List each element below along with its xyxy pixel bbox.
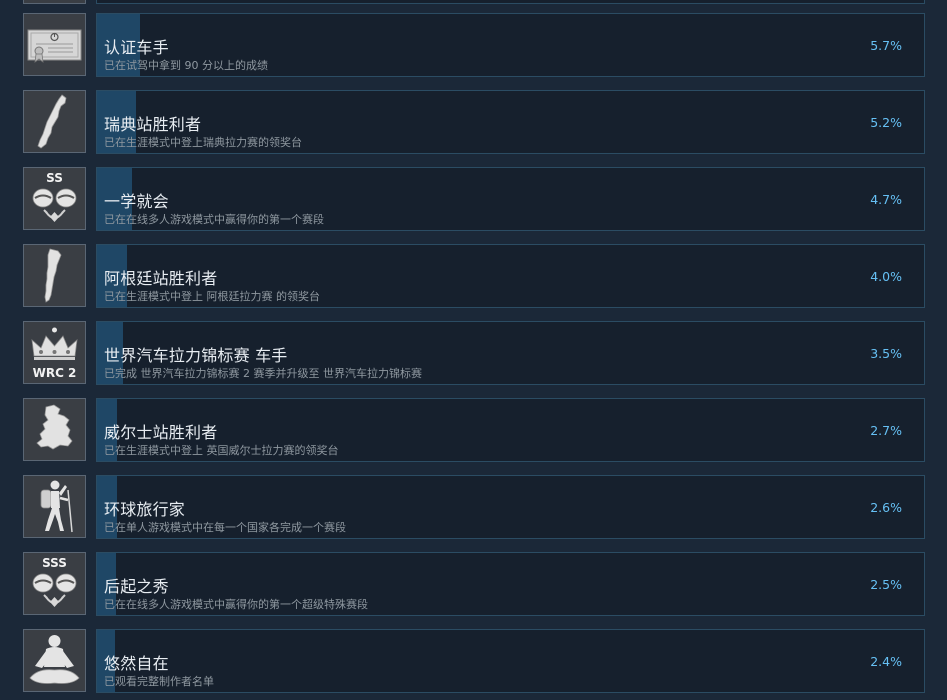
achievement-percent: 4.0% <box>870 269 902 284</box>
badge-text: SS <box>46 171 63 185</box>
achievement-panel: 阿根廷站胜利者 已在生涯模式中登上 阿根廷拉力赛 的领奖台 4.0% <box>96 244 925 308</box>
sss-helmets-icon: SSS <box>23 552 86 615</box>
ss-helmets-icon: SS <box>23 167 86 230</box>
achievement-description: 已在生涯模式中登上瑞典拉力赛的领奖台 <box>104 136 302 149</box>
achievement-description: 已观看完整制作者名单 <box>104 675 214 688</box>
achievement-title: 瑞典站胜利者 <box>104 115 202 134</box>
achievement-percent: 4.7% <box>870 192 902 207</box>
argentina-map-icon <box>23 244 86 307</box>
achievement-row[interactable]: SS 一学就会 已在在线多人游戏模式中赢得你的第一个赛段 4.7% <box>0 167 947 232</box>
achievement-description: 已在单人游戏模式中在每一个国家各完成一个赛段 <box>104 521 346 534</box>
achievement-row[interactable]: SSS 后起之秀 已在在线多人游戏模式中赢得你的第一个超级特殊赛段 2.5% <box>0 552 947 617</box>
achievement-description: 已完成 世界汽车拉力锦标赛 2 赛季并升级至 世界汽车拉力锦标赛 <box>104 367 422 380</box>
achievement-percent: 3.5% <box>870 346 902 361</box>
achievement-panel: 威尔士站胜利者 已在生涯模式中登上 英国威尔士拉力赛的领奖台 2.7% <box>96 398 925 462</box>
achievement-title: 环球旅行家 <box>104 500 186 519</box>
achievement-title: 认证车手 <box>104 38 169 57</box>
achievement-panel: 世界汽车拉力锦标赛 车手 已完成 世界汽车拉力锦标赛 2 赛季并升级至 世界汽车… <box>96 321 925 385</box>
achievement-panel: 瑞典站胜利者 已在生涯模式中登上瑞典拉力赛的领奖台 5.2% <box>96 90 925 154</box>
meditation-icon <box>23 629 86 692</box>
previous-row-edge <box>0 0 947 4</box>
hiker-icon <box>23 475 86 538</box>
achievement-panel: 一学就会 已在在线多人游戏模式中赢得你的第一个赛段 4.7% <box>96 167 925 231</box>
sweden-map-icon <box>23 90 86 153</box>
achievement-row[interactable]: 悠然自在 已观看完整制作者名单 2.4% <box>0 629 947 694</box>
achievement-description: 已在在线多人游戏模式中赢得你的第一个超级特殊赛段 <box>104 598 368 611</box>
wrc2-crown-icon: WRC 2 <box>23 321 86 384</box>
wales-map-icon <box>23 398 86 461</box>
achievement-percent: 5.7% <box>870 38 902 53</box>
badge-text: WRC 2 <box>33 366 77 380</box>
achievement-row[interactable]: 威尔士站胜利者 已在生涯模式中登上 英国威尔士拉力赛的领奖台 2.7% <box>0 398 947 463</box>
achievement-row[interactable]: 阿根廷站胜利者 已在生涯模式中登上 阿根廷拉力赛 的领奖台 4.0% <box>0 244 947 309</box>
achievement-description: 已在在线多人游戏模式中赢得你的第一个赛段 <box>104 213 324 226</box>
achievement-panel: 认证车手 已在试驾中拿到 90 分以上的成绩 5.7% <box>96 13 925 77</box>
achievement-list: 认证车手 已在试驾中拿到 90 分以上的成绩 5.7% 瑞典站胜利者 已在生涯模… <box>0 0 947 700</box>
achievement-percent: 2.6% <box>870 500 902 515</box>
achievement-title: 悠然自在 <box>104 654 169 673</box>
achievement-description: 已在试驾中拿到 90 分以上的成绩 <box>104 59 268 72</box>
achievement-description: 已在生涯模式中登上 英国威尔士拉力赛的领奖台 <box>104 444 339 457</box>
achievement-title: 后起之秀 <box>104 577 169 596</box>
achievement-percent: 2.7% <box>870 423 902 438</box>
achievement-row[interactable]: 瑞典站胜利者 已在生涯模式中登上瑞典拉力赛的领奖台 5.2% <box>0 90 947 155</box>
achievement-row[interactable]: 认证车手 已在试驾中拿到 90 分以上的成绩 5.7% <box>0 13 947 78</box>
achievement-percent: 2.4% <box>870 654 902 669</box>
certificate-icon <box>23 13 86 76</box>
achievement-panel: 后起之秀 已在在线多人游戏模式中赢得你的第一个超级特殊赛段 2.5% <box>96 552 925 616</box>
achievement-panel: 环球旅行家 已在单人游戏模式中在每一个国家各完成一个赛段 2.6% <box>96 475 925 539</box>
badge-text: SSS <box>42 556 67 570</box>
achievement-title: 一学就会 <box>104 192 169 211</box>
achievement-description: 已在生涯模式中登上 阿根廷拉力赛 的领奖台 <box>104 290 320 303</box>
achievement-row[interactable]: WRC 2 世界汽车拉力锦标赛 车手 已完成 世界汽车拉力锦标赛 2 赛季并升级… <box>0 321 947 386</box>
achievement-row[interactable]: 环球旅行家 已在单人游戏模式中在每一个国家各完成一个赛段 2.6% <box>0 475 947 540</box>
achievement-panel: 悠然自在 已观看完整制作者名单 2.4% <box>96 629 925 693</box>
achievement-title: 阿根廷站胜利者 <box>104 269 218 288</box>
achievement-percent: 2.5% <box>870 577 902 592</box>
achievement-percent: 5.2% <box>870 115 902 130</box>
achievement-title: 世界汽车拉力锦标赛 车手 <box>104 346 288 365</box>
achievement-title: 威尔士站胜利者 <box>104 423 218 442</box>
